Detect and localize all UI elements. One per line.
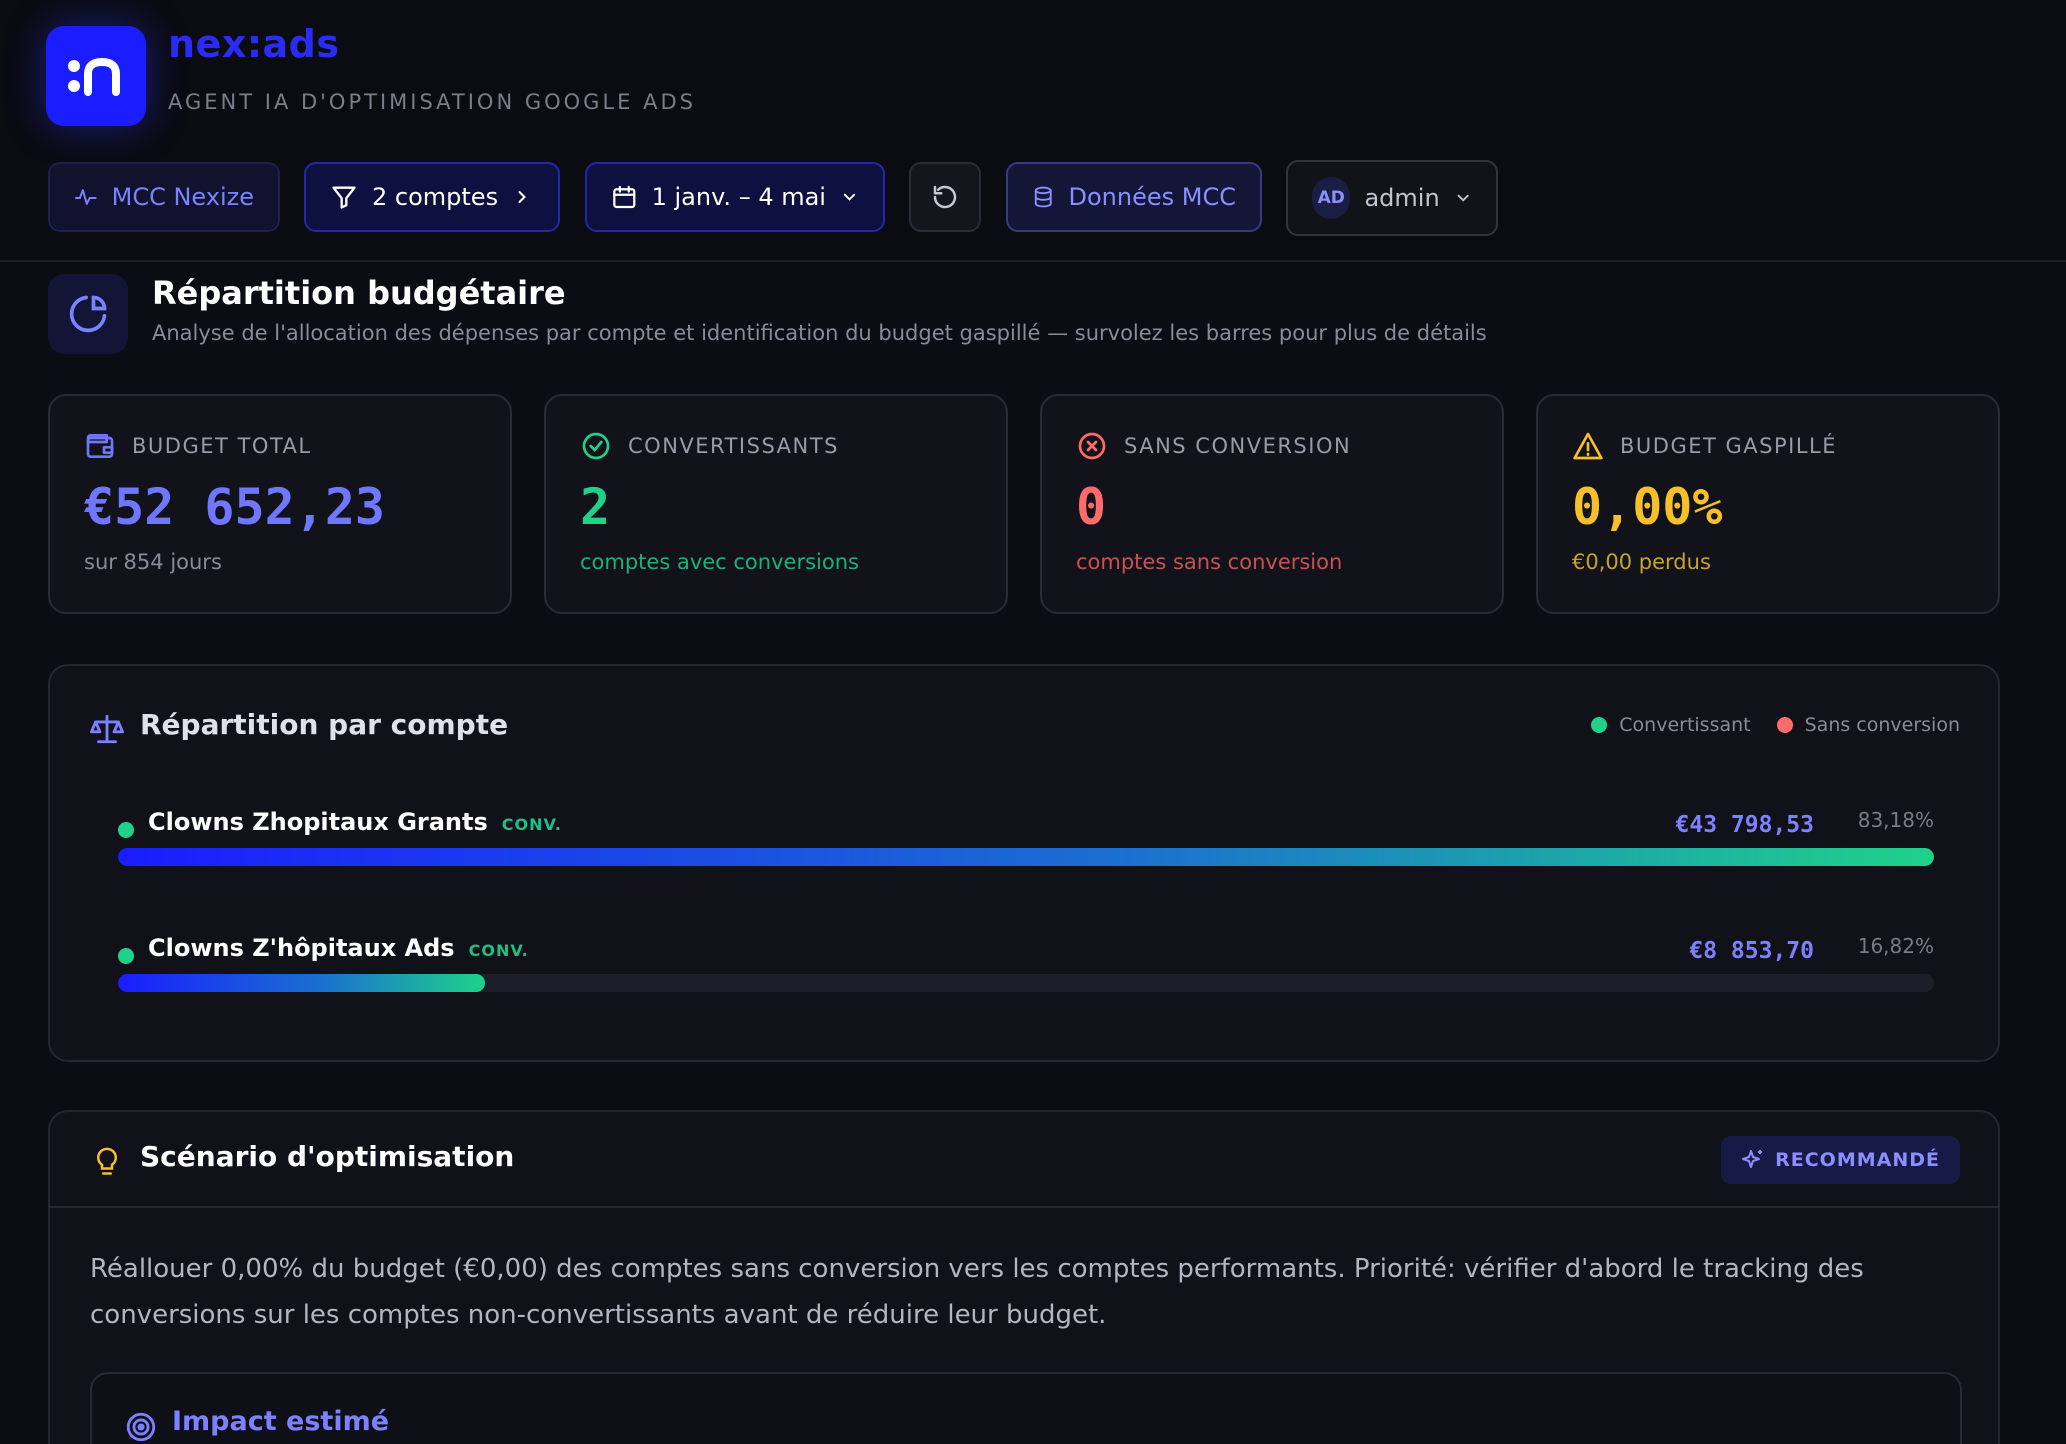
distribution-panel: Répartition par compte Convertissant San…: [48, 664, 2000, 1062]
target-icon: [126, 1412, 156, 1442]
kpi-value: 0: [1076, 478, 1107, 536]
distribution-title: Répartition par compte: [140, 708, 509, 741]
status-dot: [118, 948, 134, 964]
mcc-selector-button[interactable]: MCC Nexize: [48, 162, 280, 232]
conv-tag: CONV.: [468, 941, 529, 960]
accounts-label: 2 comptes: [372, 183, 499, 211]
account-row[interactable]: Clowns Zhopitaux Grants CONV. €43 798,53 …: [118, 808, 1934, 878]
account-amount: €8 853,70: [1689, 938, 1814, 964]
kpi-card-budget-gaspille: BUDGET GASPILLÉ 0,00% €0,00 perdus: [1536, 394, 2000, 614]
refresh-icon: [933, 185, 957, 209]
legend-item-convertissant: Convertissant: [1591, 714, 1751, 736]
date-range-button[interactable]: 1 janv. – 4 mai: [585, 162, 885, 232]
chevron-down-icon: [1457, 194, 1469, 202]
kpi-label: SANS CONVERSION: [1124, 434, 1352, 458]
pie-chart-icon: [69, 295, 107, 333]
legend-label: Sans conversion: [1804, 714, 1960, 736]
scenario-text: Réallouer 0,00% du budget (€0,00) des co…: [90, 1254, 1864, 1330]
activity-icon: [74, 189, 97, 205]
mcc-data-button[interactable]: Données MCC: [1006, 162, 1262, 232]
conv-tag: CONV.: [501, 815, 562, 834]
brand-subtitle: AGENT IA D'OPTIMISATION GOOGLE ADS: [168, 90, 696, 114]
legend-dot: [1591, 717, 1608, 733]
page-title: Répartition budgétaire: [152, 274, 566, 312]
page-description: Analyse de l'allocation des dépenses par…: [152, 321, 1487, 345]
status-dot: [118, 822, 134, 838]
kpi-card-sans-conversion: SANS CONVERSION 0 comptes sans conversio…: [1040, 394, 1504, 614]
kpi-foot: sur 854 jours: [84, 550, 222, 574]
lightbulb-icon: [97, 1147, 117, 1175]
x-circle-icon: [1078, 432, 1106, 460]
kpi-value: 2: [580, 478, 611, 536]
legend-dot: [1776, 717, 1793, 733]
user-name: admin: [1364, 184, 1440, 212]
mcc-label: MCC Nexize: [111, 183, 254, 211]
legend: Convertissant Sans conversion: [1591, 714, 1960, 736]
account-amount: €43 798,53: [1675, 812, 1814, 838]
warning-icon: [1573, 432, 1603, 460]
scale-icon: [90, 714, 124, 744]
calendar-icon: [613, 185, 636, 209]
kpi-foot: comptes avec conversions: [580, 550, 859, 574]
brand-name: nex:ads: [168, 22, 340, 66]
refresh-button[interactable]: [909, 162, 981, 232]
scenario-title: Scénario d'optimisation: [140, 1140, 515, 1173]
user-menu-button[interactable]: AD admin: [1286, 160, 1498, 236]
kpi-foot: €0,00 perdus: [1572, 550, 1711, 574]
kpi-label: BUDGET GASPILLÉ: [1620, 434, 1837, 458]
chevron-down-icon: [843, 193, 856, 201]
badge-label: RECOMMANDÉ: [1775, 1149, 1940, 1171]
recommended-badge: RECOMMANDÉ: [1721, 1136, 1960, 1184]
account-name: Clowns Z'hôpitaux Ads CONV.: [148, 934, 529, 962]
account-percent: 16,82%: [1857, 934, 1934, 958]
top-header: nex:ads AGENT IA D'OPTIMISATION GOOGLE A…: [0, 0, 2066, 262]
brand-logo[interactable]: [46, 26, 146, 126]
accounts-filter-button[interactable]: 2 comptes: [304, 162, 560, 232]
account-name-text: Clowns Zhopitaux Grants: [148, 808, 488, 836]
budget-bar-fill: [118, 848, 1934, 866]
mcc-data-label: Données MCC: [1068, 183, 1236, 211]
database-icon: [1034, 186, 1052, 208]
kpi-card-convertissants: CONVERTISSANTS 2 comptes avec conversion…: [544, 394, 1008, 614]
kpi-card-budget-total: BUDGET TOTAL €52 652,23 sur 854 jours: [48, 394, 512, 614]
filter-icon: [332, 186, 356, 209]
logo-icon: [68, 57, 120, 96]
kpi-value: €52 652,23: [84, 478, 386, 536]
app-root: nex:ads AGENT IA D'OPTIMISATION GOOGLE A…: [0, 0, 2066, 1444]
kpi-foot: comptes sans conversion: [1076, 550, 1343, 574]
wallet-icon: [86, 434, 114, 458]
kpi-label: CONVERTISSANTS: [628, 434, 839, 458]
budget-bar-track[interactable]: [118, 848, 1934, 866]
chevron-right-icon: [518, 191, 526, 203]
legend-item-sans-conversion: Sans conversion: [1776, 714, 1960, 736]
avatar: AD: [1312, 177, 1351, 219]
kpi-value: 0,00%: [1572, 478, 1723, 536]
scenario-panel: Scénario d'optimisation RECOMMANDÉ Réall…: [48, 1110, 2000, 1444]
scenario-header: Scénario d'optimisation RECOMMANDÉ: [50, 1112, 1998, 1208]
date-range-label: 1 janv. – 4 mai: [651, 183, 826, 211]
account-name: Clowns Zhopitaux Grants CONV.: [148, 808, 562, 836]
budget-bar-track[interactable]: [118, 974, 1934, 992]
check-circle-icon: [582, 432, 610, 460]
impact-card: Impact estimé: [90, 1372, 1962, 1444]
sparkle-icon: [1742, 1150, 1763, 1168]
legend-label: Convertissant: [1619, 714, 1751, 736]
account-row[interactable]: Clowns Z'hôpitaux Ads CONV. €8 853,70 16,…: [118, 934, 1934, 1004]
account-name-text: Clowns Z'hôpitaux Ads: [148, 934, 455, 962]
kpi-label: BUDGET TOTAL: [132, 434, 312, 458]
section-icon-tile: [48, 274, 128, 354]
budget-bar-fill: [118, 974, 486, 992]
account-percent: 83,18%: [1857, 808, 1934, 832]
impact-title: Impact estimé: [172, 1406, 390, 1437]
